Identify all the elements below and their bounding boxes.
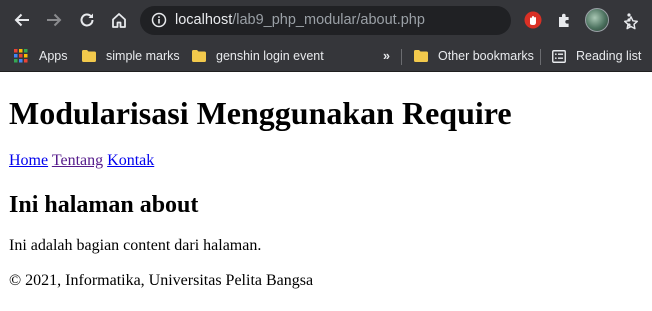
profile-avatar[interactable] (585, 8, 609, 32)
home-icon (112, 13, 126, 28)
folder-icon (82, 50, 96, 62)
bookmarks-divider (401, 49, 402, 65)
reading-list-icon (552, 49, 566, 63)
folder-icon (414, 50, 428, 62)
menu-icon[interactable] (621, 12, 637, 28)
site-nav: Home Tentang Kontak (9, 151, 154, 171)
bookmark-label: simple marks (106, 49, 180, 63)
puzzle-icon[interactable] (556, 11, 574, 29)
forward-icon (47, 13, 62, 27)
reading-list-label: Reading list (576, 49, 642, 63)
folder-icon (192, 50, 206, 62)
other-bookmarks-label: Other bookmarks (438, 49, 534, 63)
back-button[interactable] (10, 8, 34, 32)
bookmark-genshin-login-event[interactable]: genshin login event (192, 45, 324, 67)
apps-label: Apps (39, 49, 68, 63)
url-host: localhost (175, 12, 233, 28)
page-viewport: Modularisasi Menggunakan Require Home Te… (0, 73, 652, 311)
apps-bookmark[interactable]: Apps (14, 45, 68, 67)
home-button[interactable] (107, 8, 131, 32)
back-icon (14, 13, 29, 27)
nav-link-home[interactable]: Home (9, 152, 48, 169)
bookmark-simple-marks[interactable]: simple marks (82, 45, 180, 67)
bookmark-label: genshin login event (216, 49, 324, 63)
bookmarks-divider (540, 49, 541, 65)
nav-link-kontak[interactable]: Kontak (107, 152, 154, 169)
section-heading: Ini halaman about (9, 192, 199, 218)
url-text[interactable]: localhost/lab9_php_modular/about.php (175, 12, 425, 29)
footer-text: © 2021, Informatika, Universitas Pelita … (9, 272, 314, 289)
bookmarks-overflow-button[interactable]: » (383, 45, 390, 67)
reload-button[interactable] (75, 8, 99, 32)
page-title: Modularisasi Menggunakan Require (9, 95, 512, 131)
browser-toolbar: localhost/lab9_php_modular/about.php (0, 0, 652, 40)
nav-link-tentang[interactable]: Tentang (52, 152, 103, 169)
reload-icon (80, 13, 94, 27)
overflow-chevron-icon: » (383, 49, 390, 63)
extension-block-icon[interactable] (524, 11, 542, 29)
info-icon[interactable] (151, 12, 167, 28)
other-bookmarks-button[interactable]: Other bookmarks (414, 45, 534, 67)
url-path: /lab9_php_modular/about.php (232, 12, 425, 28)
apps-grid-icon (14, 49, 28, 63)
reading-list-button[interactable]: Reading list (552, 45, 641, 67)
content-text: Ini adalah bagian content dari halaman. (9, 237, 262, 254)
address-bar[interactable]: localhost/lab9_php_modular/about.php (140, 6, 638, 35)
forward-button[interactable] (42, 8, 66, 32)
bookmarks-bar: Apps simple marks genshin login event » … (0, 40, 652, 72)
